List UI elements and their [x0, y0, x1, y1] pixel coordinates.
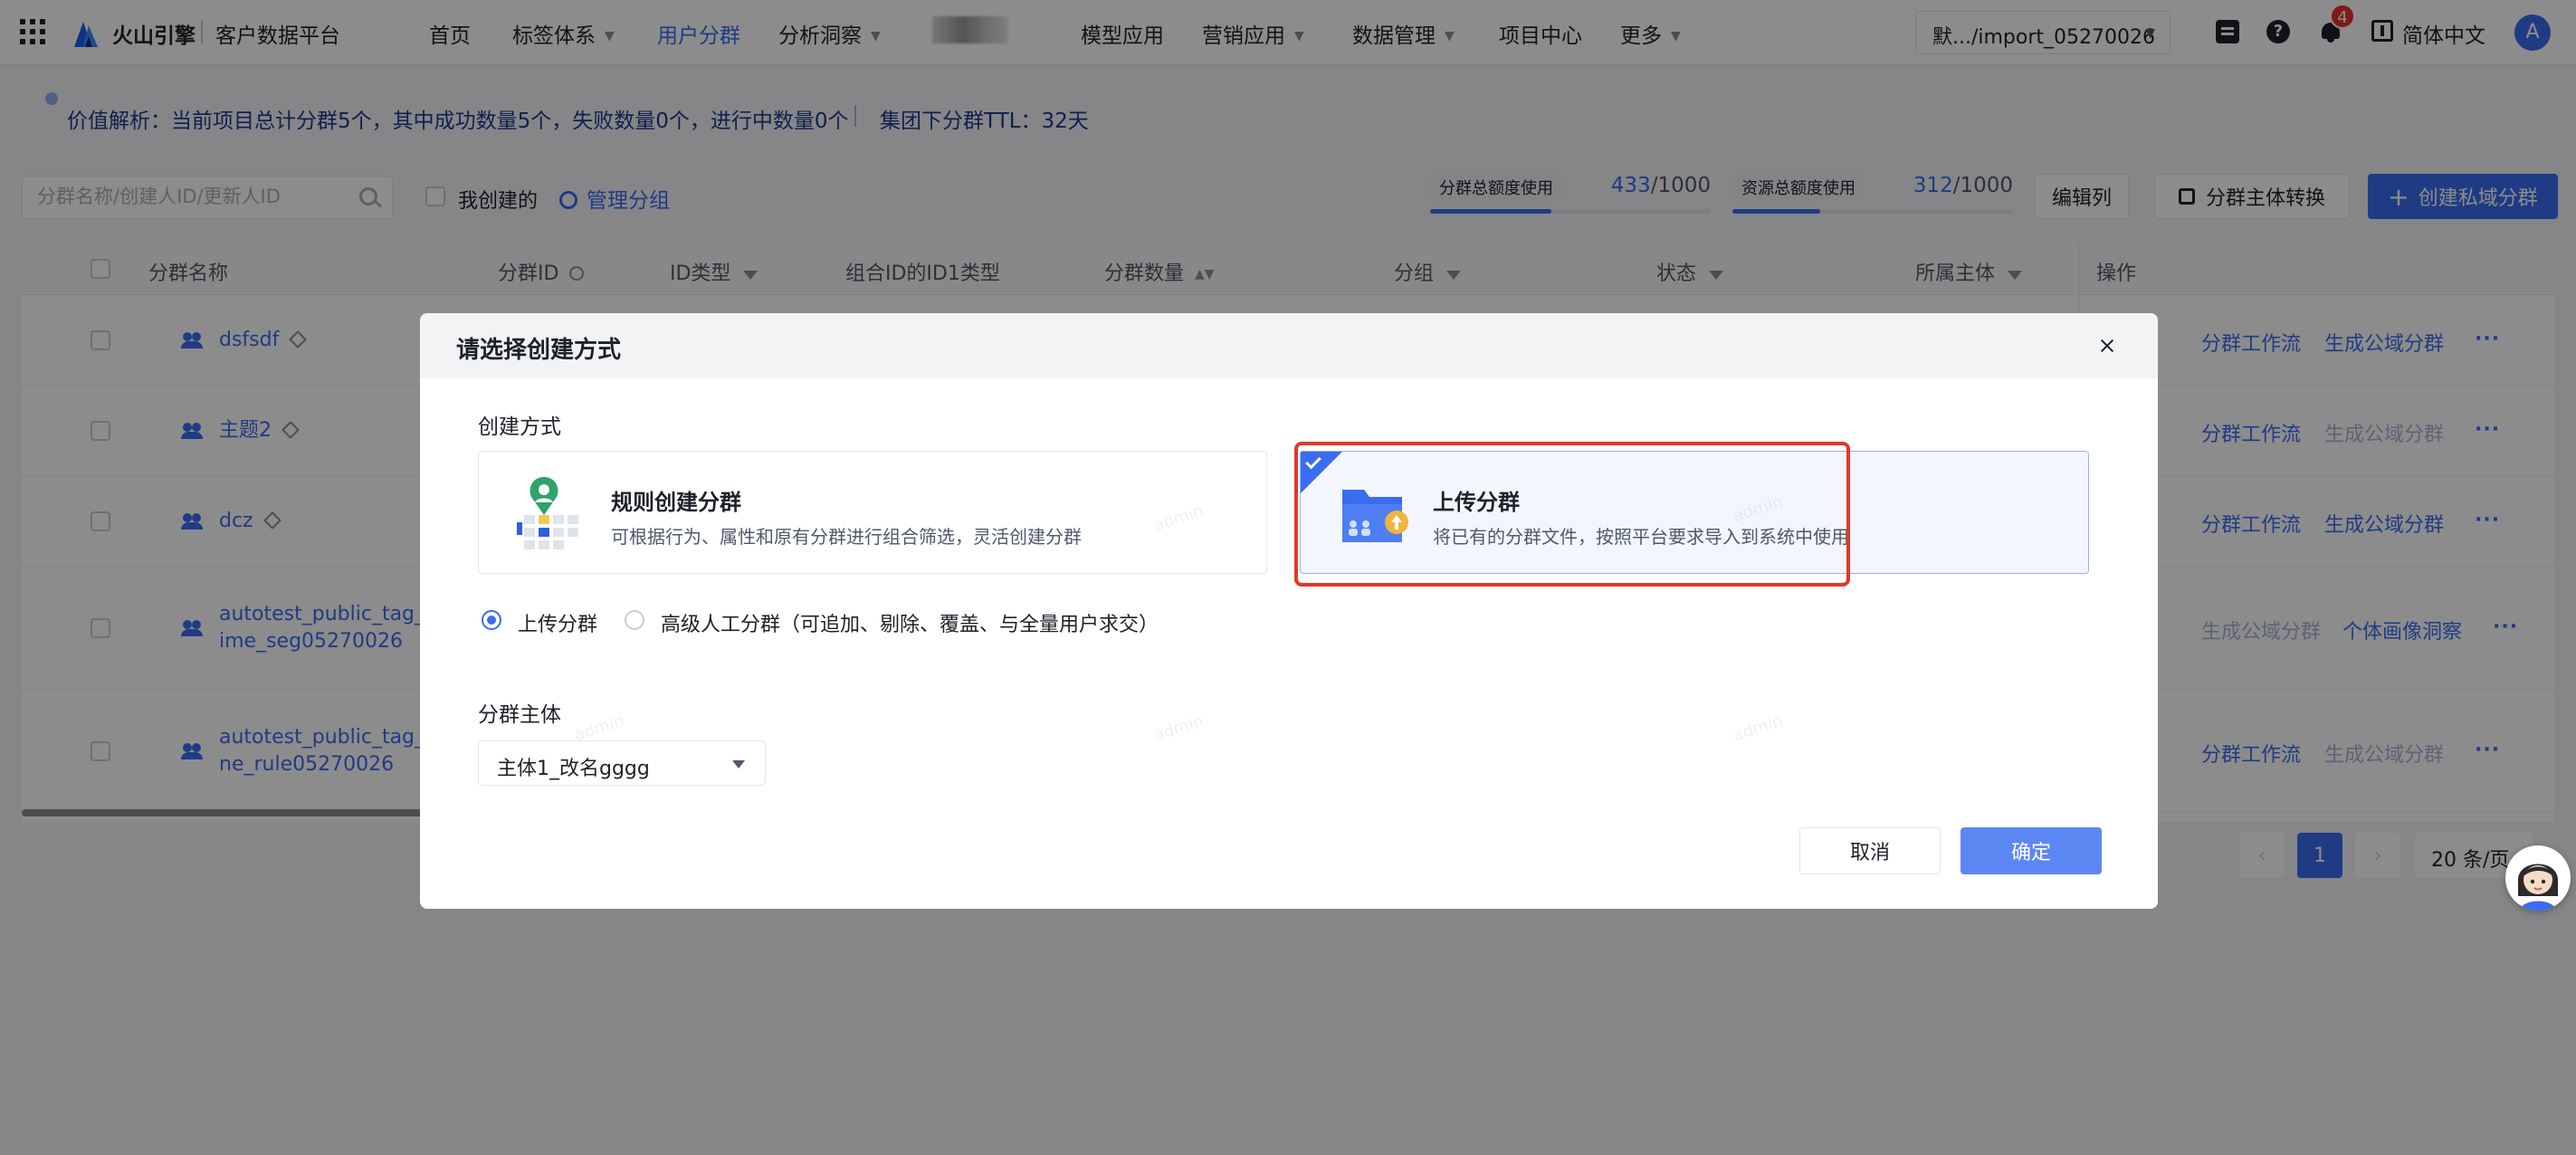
watermark: admin — [1151, 711, 1207, 746]
radio-upload-segment[interactable] — [482, 610, 501, 630]
subject-label: 分群主体 — [478, 703, 561, 727]
radio-advanced-manual-label[interactable]: 高级人工分群（可追加、剔除、覆盖、与全量用户求交） — [661, 608, 1159, 637]
confirm-button[interactable]: 确定 — [1961, 827, 2102, 874]
radio-advanced-manual[interactable] — [625, 610, 644, 630]
modal-header: 请选择创建方式 — [420, 313, 2158, 378]
rule-create-desc: 可根据行为、属性和原有分群进行组合筛选，灵活创建分群 — [611, 526, 1082, 548]
subject-select-value: 主体1_改名gggg — [497, 758, 650, 780]
method-label: 创建方式 — [478, 415, 561, 439]
create-method-modal: 请选择创建方式 创建方式 规则创建分群 可根据行为、属性和原有分群进行组合筛选，… — [420, 313, 2158, 909]
subject-select[interactable]: 主体1_改名gggg — [478, 740, 766, 786]
watermark: admin — [1731, 711, 1786, 746]
rule-create-icon — [517, 477, 578, 549]
assistant-avatar-icon[interactable] — [2505, 845, 2571, 911]
close-icon[interactable] — [2096, 335, 2118, 357]
modal-title: 请选择创建方式 — [456, 337, 622, 364]
cancel-button[interactable]: 取消 — [1799, 827, 1941, 874]
radio-upload-segment-label[interactable]: 上传分群 — [518, 608, 597, 637]
rule-create-title: 规则创建分群 — [611, 490, 741, 515]
caret-down-icon — [732, 760, 745, 768]
rule-create-card[interactable]: 规则创建分群 可根据行为、属性和原有分群进行组合筛选，灵活创建分群 — [478, 451, 1267, 574]
